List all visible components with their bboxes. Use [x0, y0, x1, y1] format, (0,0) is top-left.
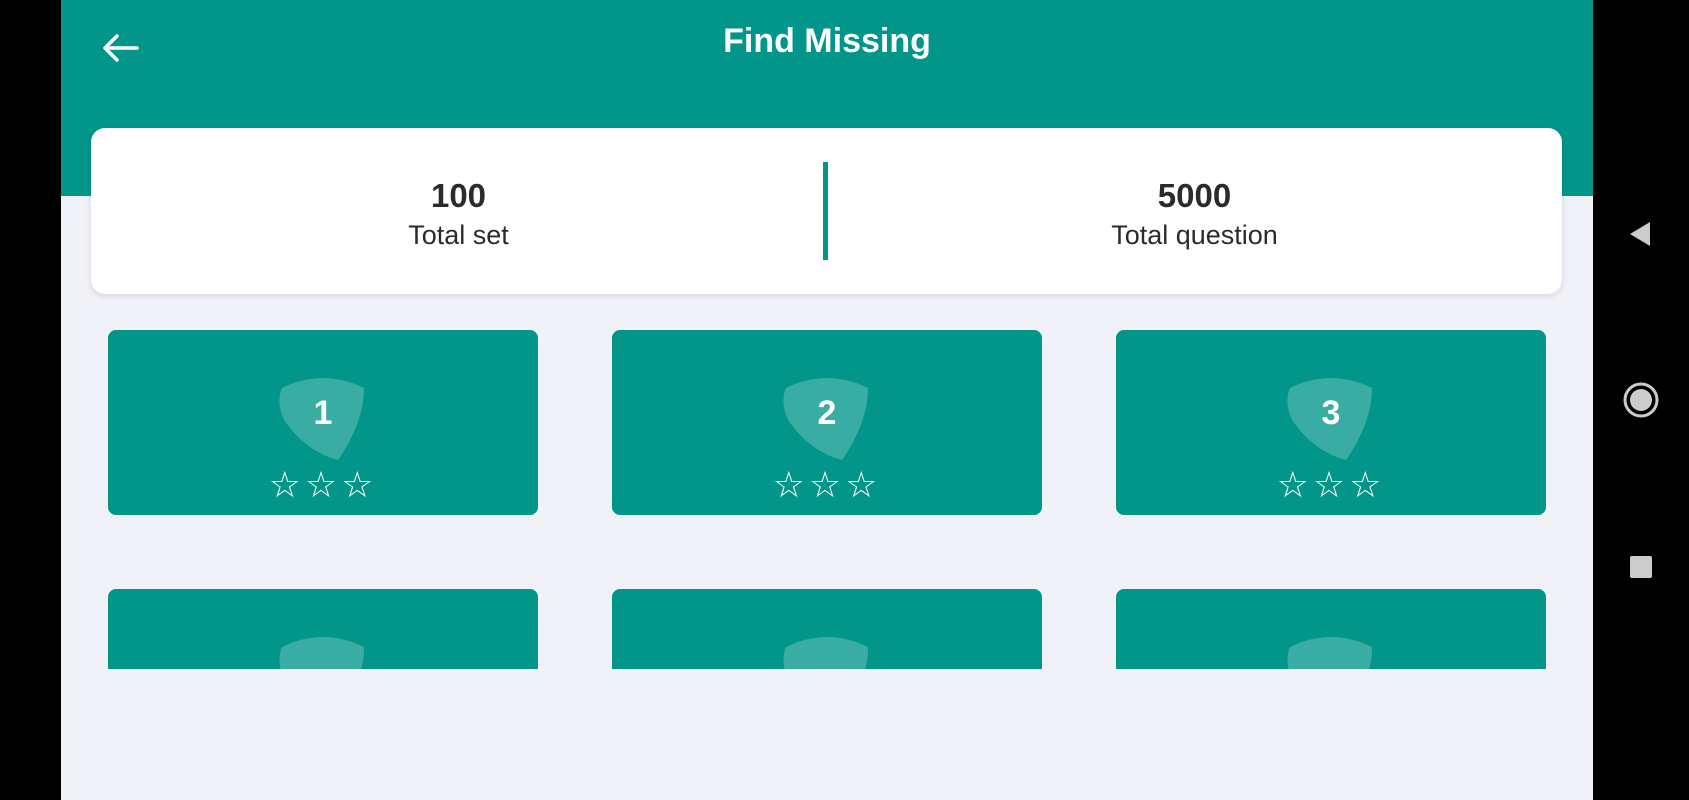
- circle-home-icon: [1623, 382, 1659, 418]
- set-card-4[interactable]: [108, 589, 538, 669]
- star-outline-icon: ☆: [1312, 465, 1350, 506]
- star-outline-icon: ☆: [1276, 465, 1313, 506]
- page-title: Find Missing: [723, 22, 931, 60]
- shield-badge-icon: [783, 637, 868, 669]
- star-outline-icon: ☆: [304, 465, 342, 506]
- total-question-stat: 5000 Total question: [827, 175, 1562, 253]
- set-card-6[interactable]: [1116, 589, 1546, 669]
- system-nav-bar: [1593, 0, 1689, 800]
- star-outline-icon: ☆: [1349, 465, 1386, 506]
- set-number: 1: [313, 394, 333, 432]
- star-outline-icon: ☆: [845, 465, 882, 506]
- more-options-button[interactable]: [1585, 28, 1593, 68]
- total-set-stat: 100 Total set: [91, 175, 826, 253]
- set-number: 2: [817, 394, 837, 432]
- star-rating: ☆☆☆: [1116, 465, 1546, 506]
- set-card-1[interactable]: 1 ☆☆☆: [108, 330, 538, 515]
- nav-home-button[interactable]: [1617, 376, 1665, 424]
- star-outline-icon: ☆: [808, 465, 846, 506]
- stats-card: 100 Total set 5000 Total question: [91, 128, 1562, 294]
- triangle-back-icon: [1630, 222, 1650, 246]
- shield-badge-icon: [279, 637, 364, 669]
- set-card-2[interactable]: 2 ☆☆☆: [612, 330, 1042, 515]
- total-question-value: 5000: [1157, 177, 1232, 214]
- total-set-label: Total set: [408, 220, 509, 250]
- set-card-3[interactable]: 3 ☆☆☆: [1116, 330, 1546, 515]
- square-recents-icon: [1630, 556, 1652, 578]
- star-rating: ☆☆☆: [612, 465, 1042, 506]
- total-question-label: Total question: [1111, 220, 1278, 250]
- star-rating: ☆☆☆: [108, 465, 538, 506]
- nav-back-button[interactable]: [1617, 210, 1665, 258]
- set-card-5[interactable]: [612, 589, 1042, 669]
- set-number: 3: [1321, 394, 1341, 432]
- app-screen: Find Missing 100 Total set 5000 Total qu…: [61, 0, 1593, 800]
- star-outline-icon: ☆: [341, 465, 378, 506]
- star-outline-icon: ☆: [268, 465, 305, 506]
- total-set-value: 100: [430, 177, 487, 214]
- nav-recents-button[interactable]: [1617, 543, 1665, 591]
- star-outline-icon: ☆: [772, 465, 809, 506]
- shield-badge-icon: [1287, 637, 1372, 669]
